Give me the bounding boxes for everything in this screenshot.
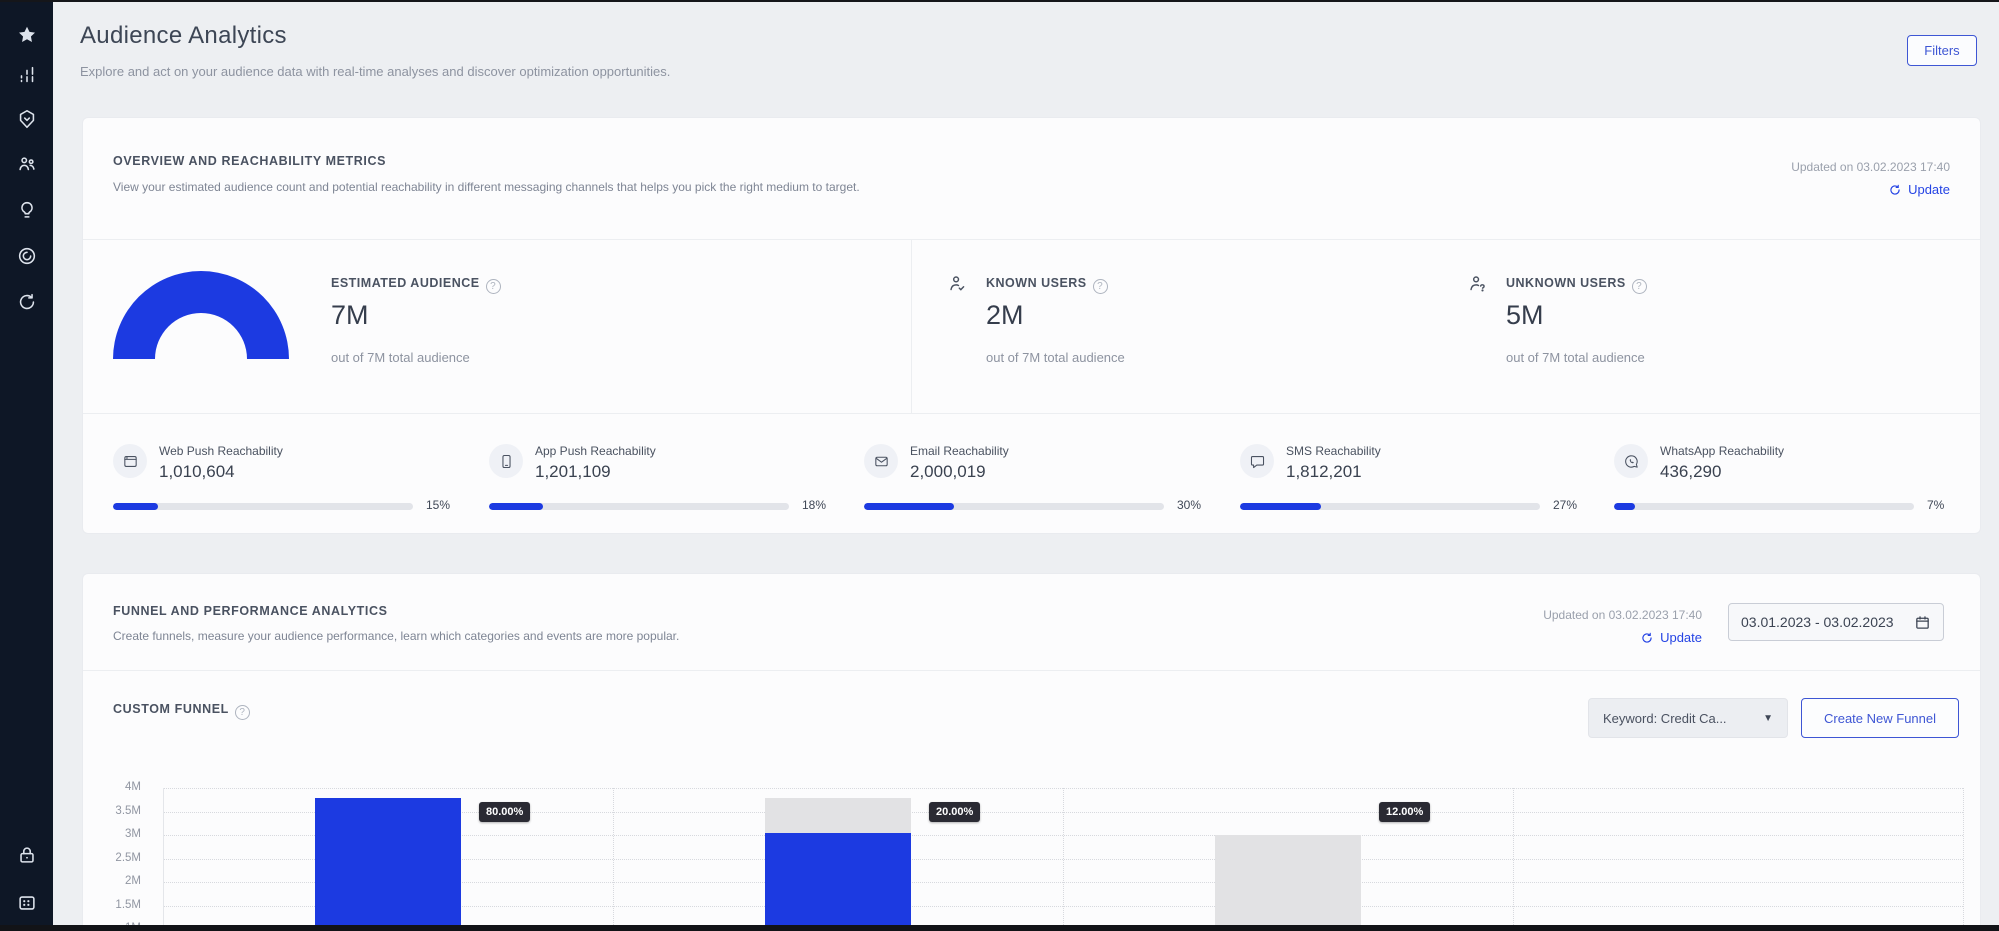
y-axis-tick-label: 2.5M: [83, 852, 141, 864]
calendar-icon: [1914, 614, 1931, 631]
progress-bar: [864, 503, 1164, 510]
known-user-icon: [946, 273, 968, 295]
chevron-down-icon: ▼: [1763, 713, 1773, 724]
help-icon[interactable]: ?: [1093, 279, 1108, 294]
custom-funnel-title: CUSTOM FUNNEL?: [113, 702, 250, 720]
keyword-dropdown[interactable]: Keyword: Credit Ca... ▼: [1588, 698, 1788, 738]
y-axis-tick-label: 4M: [83, 781, 141, 793]
gridline: [163, 929, 1963, 930]
overview-reachability-card: OVERVIEW AND REACHABILITY METRICS View y…: [82, 117, 1981, 534]
date-range-picker[interactable]: 03.01.2023 - 03.02.2023: [1728, 603, 1944, 641]
help-icon[interactable]: ?: [235, 705, 250, 720]
lock-icon[interactable]: [14, 842, 39, 867]
progress-bar: [489, 503, 789, 510]
divider: [83, 413, 1980, 414]
channel-value: 436,290: [1660, 462, 1721, 482]
y-axis-line: [163, 788, 164, 931]
unknown-users-caption: out of 7M total audience: [1506, 350, 1645, 365]
page-title: Audience Analytics: [80, 22, 287, 50]
progress-bar: [1614, 503, 1914, 510]
y-axis-tick-label: 2M: [83, 875, 141, 887]
analytics-bars-icon[interactable]: [14, 62, 39, 87]
help-icon[interactable]: ?: [1632, 279, 1647, 294]
channel-percent: 30%: [1177, 498, 1201, 512]
funnel-update-label: Update: [1660, 630, 1702, 645]
channel-label: Web Push Reachability: [159, 444, 283, 458]
shield-badge-icon[interactable]: [14, 106, 39, 131]
create-new-funnel-button[interactable]: Create New Funnel: [1801, 698, 1959, 738]
estimated-audience-label: ESTIMATED AUDIENCE?: [331, 276, 501, 294]
estimated-audience-value: 7M: [331, 300, 369, 331]
channel-label: SMS Reachability: [1286, 444, 1381, 458]
channel-app-push: App Push Reachability 1,201,109 18%: [489, 118, 864, 240]
channel-label: WhatsApp Reachability: [1660, 444, 1784, 458]
known-users-value: 2M: [986, 300, 1024, 331]
audience-analytics-screen: Audience Analytics Explore and act on yo…: [0, 0, 1999, 931]
estimated-audience-caption: out of 7M total audience: [331, 350, 470, 365]
filters-button[interactable]: Filters: [1907, 35, 1977, 66]
channel-percent: 15%: [426, 498, 450, 512]
channel-value: 1,010,604: [159, 462, 235, 482]
funnel-card-subtitle: Create funnels, measure your audience pe…: [113, 629, 679, 643]
estimated-audience-gauge: [113, 271, 289, 359]
unknown-users-value: 5M: [1506, 300, 1544, 331]
refresh-circle-icon[interactable]: [14, 289, 39, 314]
conversion-badge: 80.00%: [479, 802, 530, 822]
funnel-updated-text: Updated on 03.02.2023 17:40: [1543, 608, 1702, 622]
progress-bar: [113, 503, 413, 510]
channel-label: Email Reachability: [910, 444, 1009, 458]
unknown-user-icon: [1466, 273, 1488, 295]
channel-web-push: Web Push Reachability 1,010,604 15%: [113, 118, 488, 240]
channel-percent: 18%: [802, 498, 826, 512]
channel-value: 1,812,201: [1286, 462, 1362, 482]
unknown-users-label: UNKNOWN USERS?: [1506, 276, 1647, 294]
keyword-dropdown-value: Keyword: Credit Ca...: [1603, 711, 1727, 726]
funnel-bar-reached: [765, 833, 911, 931]
favorites-star-icon[interactable]: [14, 22, 39, 47]
date-range-value: 03.01.2023 - 03.02.2023: [1741, 614, 1894, 630]
gridline: [613, 788, 614, 931]
sms-chat-icon: [1240, 444, 1274, 478]
conversion-badge: 20.00%: [929, 802, 980, 822]
channel-label: App Push Reachability: [535, 444, 656, 458]
funnel-bar-chart: 4M 3.5M 3M 2.5M 2M 1.5M 1M 80.00% 20.00% 12.00%: [83, 773, 1982, 931]
channel-percent: 27%: [1553, 498, 1577, 512]
channel-percent: 7%: [1927, 498, 1944, 512]
known-users-label: KNOWN USERS?: [986, 276, 1108, 294]
channel-value: 2,000,019: [910, 462, 986, 482]
ideas-lightbulb-icon[interactable]: [14, 197, 39, 222]
page-subtitle: Explore and act on your audience data wi…: [80, 64, 670, 79]
known-users-caption: out of 7M total audience: [986, 350, 1125, 365]
channel-email: Email Reachability 2,000,019 30%: [864, 118, 1239, 240]
app-push-icon: [489, 444, 523, 478]
audience-people-icon[interactable]: [14, 151, 39, 176]
funnel-bar-total: [1215, 835, 1361, 931]
vertical-divider: [911, 240, 912, 413]
sidebar: [0, 2, 53, 931]
gridline: [1963, 788, 1964, 931]
conversion-badge: 12.00%: [1379, 802, 1430, 822]
apps-grid-icon[interactable]: [14, 890, 39, 915]
channel-value: 1,201,109: [535, 462, 611, 482]
journeys-target-icon[interactable]: [14, 243, 39, 268]
gridline: [1063, 788, 1064, 931]
progress-bar: [1240, 503, 1540, 510]
help-icon[interactable]: ?: [486, 279, 501, 294]
funnel-bar-reached: [315, 798, 461, 931]
y-axis-tick-label: 3M: [83, 828, 141, 840]
web-push-icon: [113, 444, 147, 478]
y-axis-tick-label: 1M: [83, 922, 141, 931]
channel-sms: SMS Reachability 1,812,201 27%: [1240, 118, 1615, 240]
funnel-card-title: FUNNEL AND PERFORMANCE ANALYTICS: [113, 604, 388, 618]
channel-whatsapp: WhatsApp Reachability 436,290 7%: [1614, 118, 1989, 240]
y-axis-tick-label: 1.5M: [83, 899, 141, 911]
y-axis-tick-label: 3.5M: [83, 805, 141, 817]
whatsapp-icon: [1614, 444, 1648, 478]
update-refresh-icon: [1640, 631, 1654, 645]
funnel-update-link[interactable]: Update: [1640, 630, 1702, 645]
email-icon: [864, 444, 898, 478]
divider: [83, 670, 1980, 671]
funnel-performance-card: FUNNEL AND PERFORMANCE ANALYTICS Create …: [82, 573, 1981, 931]
gridline: [1513, 788, 1514, 931]
